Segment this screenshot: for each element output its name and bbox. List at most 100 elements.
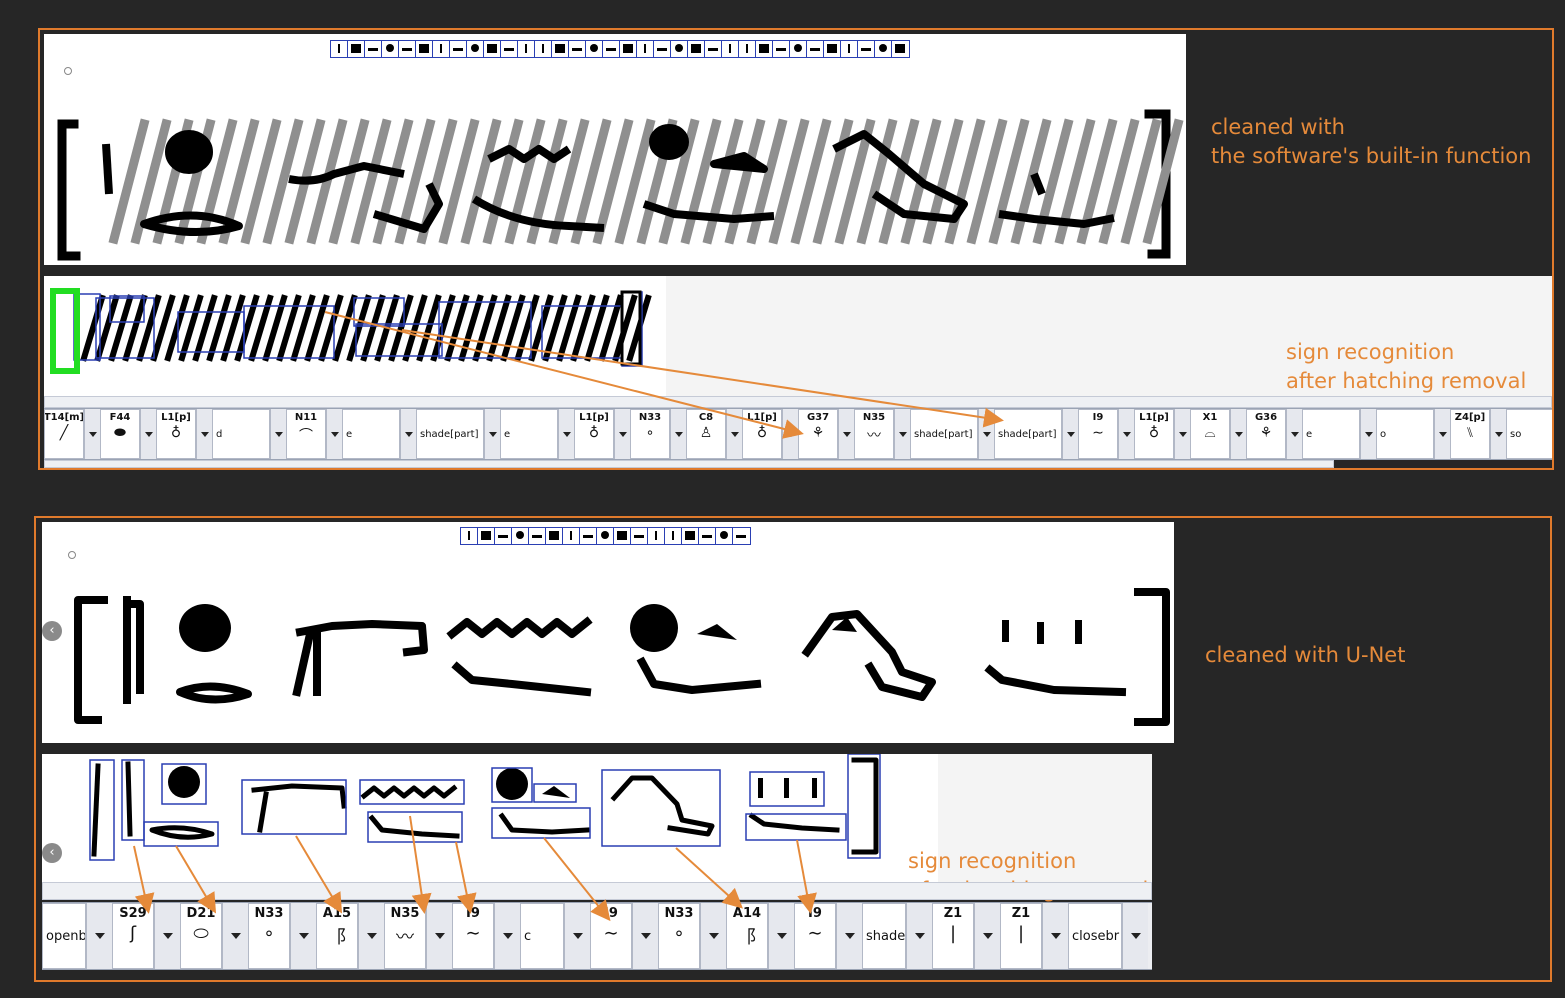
sign-code: N35 bbox=[390, 906, 420, 921]
dropdown-arrow-icon[interactable] bbox=[1122, 903, 1148, 969]
sign-cell[interactable]: G37 ⚘ bbox=[798, 409, 838, 459]
sign-cell[interactable]: C8 ♙ bbox=[686, 409, 726, 459]
transliteration-field[interactable]: openbr bbox=[42, 903, 86, 969]
transliteration-field[interactable]: e bbox=[500, 409, 558, 459]
sign-cell[interactable]: A15 ⻏ bbox=[316, 903, 358, 969]
dropdown-arrow-icon[interactable] bbox=[906, 903, 932, 969]
dropdown-arrow-icon[interactable] bbox=[484, 409, 500, 459]
dropdown-arrow-icon[interactable] bbox=[86, 903, 112, 969]
transliteration-field[interactable]: shade bbox=[862, 903, 906, 969]
transliteration-field[interactable]: o bbox=[1376, 409, 1434, 459]
dropdown-arrow-icon[interactable] bbox=[782, 409, 798, 459]
dropdown-arrow-icon[interactable] bbox=[84, 409, 100, 459]
dropdown-arrow-icon[interactable] bbox=[326, 409, 342, 459]
dropdown-arrow-icon[interactable] bbox=[894, 409, 910, 459]
dropdown-arrow-icon[interactable] bbox=[1062, 409, 1078, 459]
sign-cell[interactable]: Z4[p] ⑊ bbox=[1450, 409, 1490, 459]
sign-glyph-icon: ⑊ bbox=[1465, 425, 1475, 441]
left-nav-icon[interactable]: ‹ bbox=[42, 843, 62, 863]
annotation-top-sign-recognition: sign recognition after hatching removal bbox=[1286, 338, 1526, 396]
dropdown-arrow-icon[interactable] bbox=[140, 409, 156, 459]
dropdown-arrow-icon[interactable] bbox=[974, 903, 1000, 969]
field-value: e bbox=[504, 428, 511, 440]
sign-cell[interactable]: I9 ∼ bbox=[1078, 409, 1118, 459]
dropdown-arrow-icon[interactable] bbox=[1286, 409, 1302, 459]
dropdown-arrow-icon[interactable] bbox=[564, 903, 590, 969]
dropdown-arrow-icon[interactable] bbox=[768, 903, 794, 969]
sign-cell[interactable]: N33 ∘ bbox=[630, 409, 670, 459]
sign-cell[interactable]: D21 ⬭ bbox=[180, 903, 222, 969]
sign-cell[interactable]: S29 ʃ bbox=[112, 903, 154, 969]
sign-cell[interactable]: T14[m] ╱ bbox=[44, 409, 84, 459]
sign-cell[interactable]: L1[p] ♁ bbox=[742, 409, 782, 459]
left-nav-icon[interactable]: ‹ bbox=[42, 621, 62, 641]
bottom-horizontal-scrollbar[interactable] bbox=[42, 882, 1152, 900]
dropdown-arrow-icon[interactable] bbox=[154, 903, 180, 969]
dropdown-arrow-icon[interactable] bbox=[1230, 409, 1246, 459]
top-strip-scrollbar[interactable] bbox=[44, 460, 1334, 468]
dropdown-arrow-icon[interactable] bbox=[1042, 903, 1068, 969]
sign-cell[interactable]: L1[p] ♁ bbox=[156, 409, 196, 459]
transliteration-field[interactable]: e bbox=[342, 409, 400, 459]
field-value: d bbox=[216, 428, 223, 440]
sign-cell[interactable]: N33 ∘ bbox=[658, 903, 700, 969]
dropdown-arrow-icon[interactable] bbox=[838, 409, 854, 459]
dropdown-arrow-icon[interactable] bbox=[978, 409, 994, 459]
sign-cell[interactable]: I9 ∼ bbox=[452, 903, 494, 969]
dropdown-arrow-icon[interactable] bbox=[1434, 409, 1450, 459]
dropdown-arrow-icon[interactable] bbox=[614, 409, 630, 459]
dropdown-arrow-icon[interactable] bbox=[196, 409, 212, 459]
sign-cell[interactable]: L1[p] ♁ bbox=[1134, 409, 1174, 459]
transliteration-field[interactable]: d bbox=[212, 409, 270, 459]
dropdown-arrow-icon[interactable] bbox=[358, 903, 384, 969]
sign-cell[interactable]: G36 ⚘ bbox=[1246, 409, 1286, 459]
sign-cell[interactable]: I9 ∼ bbox=[590, 903, 632, 969]
annotation-unet-cleaning: cleaned with U-Net bbox=[1205, 641, 1405, 670]
sign-cell[interactable]: F44 ⬬ bbox=[100, 409, 140, 459]
sign-cell[interactable]: Z1 | bbox=[1000, 903, 1042, 969]
dropdown-arrow-icon[interactable] bbox=[700, 903, 726, 969]
sign-glyph-icon: | bbox=[1017, 923, 1025, 944]
dropdown-arrow-icon[interactable] bbox=[290, 903, 316, 969]
dropdown-arrow-icon[interactable] bbox=[400, 409, 416, 459]
dropdown-arrow-icon[interactable] bbox=[222, 903, 248, 969]
dropdown-arrow-icon[interactable] bbox=[726, 409, 742, 459]
top-horizontal-scrollbar[interactable] bbox=[44, 396, 1552, 408]
sign-glyph-icon: ♙ bbox=[699, 425, 713, 441]
sign-cell[interactable]: N33 ∘ bbox=[248, 903, 290, 969]
dropdown-arrow-icon[interactable] bbox=[1490, 409, 1506, 459]
field-value: o bbox=[1380, 428, 1387, 440]
dropdown-arrow-icon[interactable] bbox=[1360, 409, 1376, 459]
sign-cell[interactable]: A14 ⻏ bbox=[726, 903, 768, 969]
sign-glyph-icon: ⚘ bbox=[1259, 425, 1273, 441]
sign-code: L1[p] bbox=[579, 412, 609, 423]
sign-code: L1[p] bbox=[747, 412, 777, 423]
dropdown-arrow-icon[interactable] bbox=[1118, 409, 1134, 459]
dropdown-arrow-icon[interactable] bbox=[558, 409, 574, 459]
transliteration-field[interactable]: so bbox=[1506, 409, 1552, 459]
sign-cell[interactable]: X1 ⌓ bbox=[1190, 409, 1230, 459]
dropdown-arrow-icon[interactable] bbox=[426, 903, 452, 969]
dropdown-arrow-icon[interactable] bbox=[670, 409, 686, 459]
sign-cell[interactable]: I9 ∼ bbox=[794, 903, 836, 969]
sign-cell[interactable]: N35 〰 bbox=[854, 409, 894, 459]
transliteration-field[interactable]: shade[part] bbox=[994, 409, 1062, 459]
sign-cell[interactable]: N35 〰 bbox=[384, 903, 426, 969]
dropdown-arrow-icon[interactable] bbox=[494, 903, 520, 969]
transliteration-field[interactable]: c bbox=[520, 903, 564, 969]
transliteration-field[interactable]: shade[part] bbox=[910, 409, 978, 459]
dropdown-arrow-icon[interactable] bbox=[836, 903, 862, 969]
sign-cell[interactable]: Z1 | bbox=[932, 903, 974, 969]
sign-code: I9 bbox=[466, 906, 480, 921]
sign-glyph-icon: ∼ bbox=[1092, 425, 1104, 441]
transliteration-field[interactable]: shade[part] bbox=[416, 409, 484, 459]
dropdown-arrow-icon[interactable] bbox=[632, 903, 658, 969]
transliteration-field[interactable]: e bbox=[1302, 409, 1360, 459]
transliteration-field[interactable]: closebr bbox=[1068, 903, 1122, 969]
sign-glyph-icon: ⌒ bbox=[299, 428, 313, 444]
sign-cell[interactable]: N11 ⌒ bbox=[286, 409, 326, 459]
dropdown-arrow-icon[interactable] bbox=[270, 409, 286, 459]
sign-code: G36 bbox=[1254, 412, 1278, 423]
dropdown-arrow-icon[interactable] bbox=[1174, 409, 1190, 459]
sign-cell[interactable]: L1[p] ♁ bbox=[574, 409, 614, 459]
